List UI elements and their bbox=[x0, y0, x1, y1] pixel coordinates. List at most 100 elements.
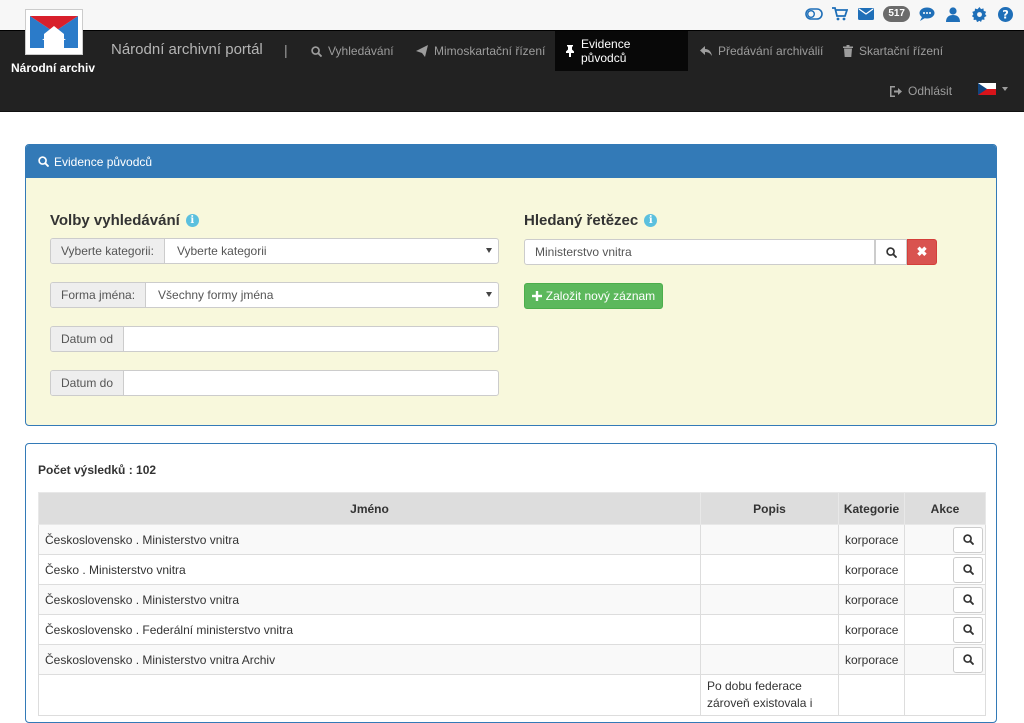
cell-category: korporace bbox=[838, 584, 905, 615]
search-icon bbox=[962, 624, 974, 635]
cell-actions bbox=[904, 554, 986, 585]
cell-category: korporace bbox=[838, 524, 905, 555]
search-string-heading: Hledaný řetězec i bbox=[524, 212, 658, 229]
cell-category: korporace bbox=[838, 614, 905, 645]
help-icon[interactable]: ? bbox=[996, 6, 1014, 22]
table-header-row: Jméno Popis Kategorie Akce bbox=[38, 492, 986, 525]
cell-name bbox=[38, 674, 701, 716]
toggle-icon[interactable] bbox=[805, 6, 824, 22]
date-from-input[interactable] bbox=[124, 327, 498, 351]
user-icon[interactable] bbox=[944, 6, 962, 22]
nav-item-skartacni[interactable]: Skartační řízení bbox=[833, 31, 953, 71]
cell-name: Československo . Ministerstvo vnitra Arc… bbox=[38, 644, 701, 675]
search-options-heading: Volby vyhledávání i bbox=[50, 212, 199, 229]
category-select-group: Vyberte kategorii: Vyberte kategorii bbox=[50, 238, 499, 264]
new-record-label: Založit nový záznam bbox=[545, 289, 656, 303]
clear-search-button[interactable]: ✖ bbox=[907, 239, 937, 265]
name-form-select[interactable]: Všechny formy jména bbox=[146, 283, 498, 307]
name-form-label: Forma jména: bbox=[51, 283, 147, 307]
logout-label: Odhlásit bbox=[908, 84, 953, 98]
cell-description bbox=[700, 524, 839, 555]
logout-link[interactable]: Odhlásit bbox=[890, 73, 952, 109]
cell-actions bbox=[904, 644, 986, 675]
nav-item-label: Vyhledávání bbox=[328, 44, 394, 58]
language-selector[interactable] bbox=[978, 83, 1008, 95]
detail-button[interactable] bbox=[953, 616, 983, 643]
nav-item-mimoskartacni[interactable]: Mimoskartační řízení bbox=[406, 31, 555, 71]
close-icon: ✖ bbox=[916, 244, 928, 259]
date-from-label: Datum od bbox=[51, 327, 125, 351]
table-row: Po dobu federace zároveň existovala i bbox=[38, 674, 986, 716]
gear-icon[interactable] bbox=[970, 6, 988, 22]
brand-title[interactable]: Národní archivní portál bbox=[111, 41, 263, 58]
detail-button[interactable] bbox=[953, 556, 983, 583]
detail-button[interactable] bbox=[953, 526, 983, 553]
column-header-name[interactable]: Jméno bbox=[38, 492, 701, 525]
utility-bar: 517 ? bbox=[805, 5, 1014, 23]
cell-description bbox=[700, 644, 839, 675]
envelope-icon[interactable] bbox=[857, 6, 875, 22]
cell-name: Československo . Ministerstvo vnitra bbox=[38, 524, 701, 555]
nav-item-search[interactable]: Vyhledávání bbox=[301, 31, 404, 71]
comments-icon[interactable] bbox=[918, 6, 936, 22]
main-navbar: Národní archiv Národní archivní portál |… bbox=[0, 9, 1024, 112]
cell-actions bbox=[904, 674, 986, 716]
cart-icon[interactable] bbox=[831, 6, 849, 22]
logo-emblem bbox=[25, 9, 83, 55]
nav-item-label: Skartační řízení bbox=[859, 44, 944, 58]
search-icon bbox=[885, 246, 897, 258]
logo[interactable]: Národní archiv bbox=[3, 9, 101, 79]
cell-description: Po dobu federace zároveň existovala i bbox=[700, 674, 839, 716]
chevron-down-icon bbox=[1002, 87, 1008, 91]
category-select[interactable]: Vyberte kategorii bbox=[165, 239, 498, 263]
cell-description bbox=[700, 584, 839, 615]
info-icon[interactable]: i bbox=[185, 214, 199, 227]
logout-icon bbox=[890, 85, 902, 97]
info-icon[interactable]: i bbox=[644, 214, 658, 227]
nav-item-label: Mimoskartační řízení bbox=[434, 44, 546, 58]
date-to-group: Datum do bbox=[50, 370, 499, 396]
table-row: Československo . Ministerstvo vnitra kor… bbox=[38, 584, 986, 615]
cell-name: Československo . Ministerstvo vnitra bbox=[38, 584, 701, 615]
search-panel-header: Evidence původců bbox=[26, 145, 996, 178]
new-record-button[interactable]: Založit nový záznam bbox=[524, 283, 663, 309]
date-from-group: Datum od bbox=[50, 326, 499, 352]
top-strip: 517 ? bbox=[0, 0, 1024, 30]
reply-icon bbox=[700, 45, 712, 56]
message-count-badge[interactable]: 517 bbox=[883, 6, 910, 22]
date-to-input[interactable] bbox=[124, 371, 498, 395]
detail-button[interactable] bbox=[953, 646, 983, 673]
pin-icon bbox=[566, 45, 574, 57]
result-count: Počet výsledků : 102 bbox=[38, 463, 157, 477]
cell-description bbox=[700, 614, 839, 645]
table-row: Československo . Ministerstvo vnitra Arc… bbox=[38, 644, 986, 675]
search-icon bbox=[38, 156, 49, 167]
trash-icon bbox=[843, 45, 853, 57]
name-form-select-value: Všechny formy jména bbox=[158, 288, 274, 302]
column-header-description[interactable]: Popis bbox=[700, 492, 839, 525]
cell-actions bbox=[904, 524, 986, 555]
results-table: Jméno Popis Kategorie Akce Československ… bbox=[38, 492, 986, 716]
cell-category: korporace bbox=[838, 554, 905, 585]
chevron-down-icon bbox=[486, 248, 492, 253]
nav-item-evidence[interactable]: Evidence původců bbox=[555, 31, 688, 71]
cell-category: korporace bbox=[838, 644, 905, 675]
cell-category bbox=[838, 674, 905, 716]
plus-icon bbox=[531, 291, 542, 301]
cell-description bbox=[700, 554, 839, 585]
search-button[interactable] bbox=[875, 239, 907, 265]
search-options-title: Volby vyhledávání bbox=[50, 212, 180, 229]
detail-button[interactable] bbox=[953, 586, 983, 613]
panel-title: Evidence původců bbox=[54, 154, 153, 169]
nav-item-predavani[interactable]: Předávání archiválií bbox=[690, 31, 833, 71]
search-icon bbox=[962, 654, 974, 665]
logo-text: Národní archiv bbox=[10, 61, 96, 75]
column-header-category[interactable]: Kategorie bbox=[838, 492, 905, 525]
category-label: Vyberte kategorii: bbox=[51, 239, 165, 263]
cell-name: Česko . Ministerstvo vnitra bbox=[38, 554, 701, 585]
search-input[interactable]: Ministerstvo vnitra bbox=[524, 239, 875, 265]
nav-item-label: Předávání archiválií bbox=[718, 44, 824, 58]
send-icon bbox=[416, 45, 428, 57]
svg-text:?: ? bbox=[1002, 8, 1009, 21]
table-row: Československo . Federální ministerstvo … bbox=[38, 614, 986, 645]
